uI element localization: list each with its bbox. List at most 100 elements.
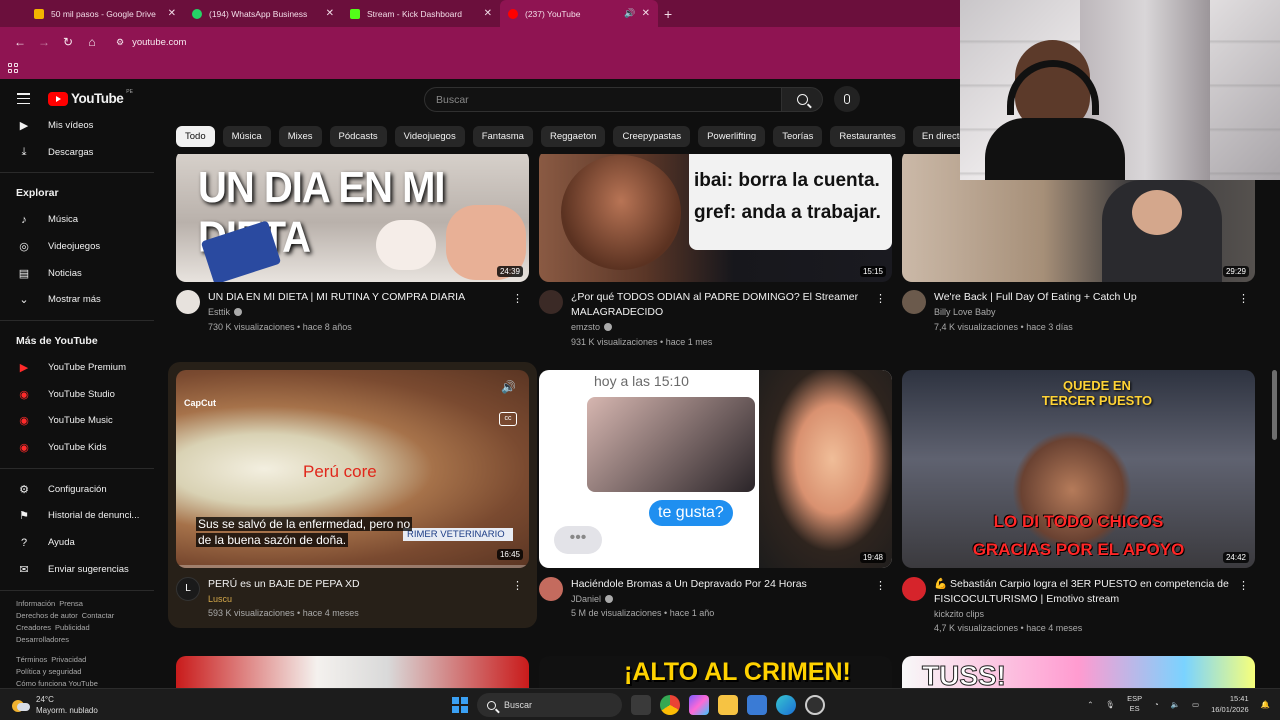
sidebar-item-studio[interactable]: ◉ YouTube Studio	[0, 381, 154, 408]
video-thumbnail[interactable]: ibai: borra la cuenta. gref: anda a trab…	[539, 150, 892, 282]
video-thumbnail[interactable]: QUEDE EN TERCER PUESTO LO DI TODO CHICOS…	[902, 370, 1255, 568]
language-indicator[interactable]: ESP ES	[1127, 694, 1142, 714]
footer-link[interactable]: Creadores	[16, 623, 51, 632]
reload-icon[interactable]: ↻	[56, 35, 80, 49]
channel-name[interactable]: Esttik	[208, 307, 243, 317]
weather-widget[interactable]: 24°C Mayorm. nublado	[12, 694, 98, 716]
captions-icon[interactable]: cc	[499, 412, 517, 426]
channel-avatar[interactable]: L	[176, 577, 200, 601]
voice-search-button[interactable]	[834, 86, 860, 112]
sidebar-item-kids[interactable]: ◉ YouTube Kids	[0, 434, 154, 461]
menu-icon[interactable]	[17, 93, 30, 104]
sidebar-item-feedback[interactable]: ✉ Enviar sugerencias	[0, 556, 154, 583]
video-title[interactable]: Haciéndole Bromas a Un Depravado Por 24 …	[571, 577, 871, 592]
video-thumbnail-preview[interactable]: CapCut Perú core 🔊 cc RIMER VETERINARIO …	[176, 370, 529, 568]
chip[interactable]: Powerlifting	[698, 126, 766, 147]
page-scrollbar[interactable]	[1272, 370, 1277, 440]
progress-bar[interactable]	[176, 565, 529, 568]
chevron-up-icon[interactable]: ⌃	[1087, 700, 1093, 709]
url-field[interactable]: ⚙ youtube.com	[116, 37, 186, 48]
sidebar-item-music[interactable]: ♪ Música	[0, 206, 154, 233]
windows-start-icon[interactable]	[452, 697, 468, 713]
close-icon[interactable]: ✕	[168, 8, 176, 19]
chip[interactable]: Pódcasts	[329, 126, 387, 147]
browser-tab-active[interactable]: (237) YouTube 🔊 ✕	[500, 0, 658, 27]
microphone-icon[interactable]: 🎙	[1106, 700, 1116, 709]
chip[interactable]: Restaurantes	[830, 126, 905, 147]
chip[interactable]: Teorías	[773, 126, 823, 147]
sidebar-item-premium[interactable]: ▶ YouTube Premium	[0, 354, 154, 381]
chip[interactable]: Creepypastas	[613, 126, 691, 147]
video-title[interactable]: ¿Por qué TODOS ODIAN al PADRE DOMINGO? E…	[571, 290, 871, 320]
more-options-icon[interactable]: ⋮	[875, 579, 886, 592]
channel-name[interactable]: JDaniel	[571, 594, 614, 604]
close-icon[interactable]: ✕	[326, 8, 334, 19]
sidebar-item-show-more[interactable]: ⌄ Mostrar más	[0, 286, 154, 313]
browser-tab[interactable]: 50 mil pasos - Google Drive ✕	[26, 0, 184, 27]
more-options-icon[interactable]: ⋮	[875, 292, 886, 305]
footer-link[interactable]: Derechos de autor	[16, 611, 78, 620]
search-button[interactable]	[781, 87, 823, 112]
battery-icon[interactable]: ▭	[1192, 700, 1199, 709]
store-icon[interactable]	[747, 695, 767, 715]
browser-tab[interactable]: (194) WhatsApp Business ✕	[184, 0, 342, 27]
footer-link[interactable]: Publicidad	[55, 623, 90, 632]
home-icon[interactable]: ⌂	[80, 35, 104, 49]
channel-name[interactable]: Luscu	[208, 594, 232, 604]
chrome-icon[interactable]	[660, 695, 680, 715]
footer-link[interactable]: Cómo funciona YouTube	[16, 679, 98, 688]
notification-icon[interactable]: 🔔	[1261, 700, 1270, 709]
channel-name[interactable]: kickzito clips	[934, 609, 984, 619]
channel-name[interactable]: Billy Love Baby	[934, 307, 996, 317]
wifi-icon[interactable]: ◔	[1154, 700, 1159, 709]
copilot-icon[interactable]	[689, 695, 709, 715]
clock[interactable]: 15:41 16/01/2026	[1211, 693, 1249, 715]
taskbar-search[interactable]: Buscar	[477, 693, 622, 717]
footer-link[interactable]: Prensa	[59, 599, 83, 608]
apps-grid-icon[interactable]	[8, 63, 18, 73]
volume-icon[interactable]: 🔈	[1171, 700, 1180, 709]
channel-avatar[interactable]	[902, 577, 926, 601]
sidebar-item-news[interactable]: ▤ Noticias	[0, 260, 154, 287]
video-title[interactable]: 💪 Sebastián Carpio logra el 3ER PUESTO e…	[934, 577, 1234, 607]
video-thumbnail[interactable]: TUSS!	[902, 656, 1255, 690]
footer-link[interactable]: Información	[16, 599, 55, 608]
sidebar-item-downloads[interactable]: ⤓ Descargas	[0, 139, 154, 166]
video-thumbnail[interactable]	[176, 656, 529, 690]
back-icon[interactable]: ←	[8, 35, 32, 49]
more-options-icon[interactable]: ⋮	[512, 292, 523, 305]
video-title[interactable]: We're Back | Full Day Of Eating + Catch …	[934, 290, 1234, 305]
channel-avatar[interactable]	[539, 577, 563, 601]
speaker-icon[interactable]: 🔊	[624, 8, 635, 19]
chip[interactable]: Videojuegos	[394, 126, 465, 147]
mute-icon[interactable]: 🔊	[501, 380, 519, 398]
close-icon[interactable]: ✕	[642, 8, 650, 19]
footer-link[interactable]: Política y seguridad	[16, 667, 81, 676]
video-title[interactable]: PERÚ es un BAJE DE PEPA XD	[208, 577, 508, 592]
file-explorer-icon[interactable]	[718, 695, 738, 715]
search-input[interactable]: Buscar	[424, 87, 782, 112]
more-options-icon[interactable]: ⋮	[512, 579, 523, 592]
chip[interactable]: Mixes	[278, 126, 322, 147]
video-thumbnail[interactable]: hoy a las 15:10 te gusta? ••• 19:48	[539, 370, 892, 568]
close-icon[interactable]: ✕	[484, 8, 492, 19]
channel-avatar[interactable]	[539, 290, 563, 314]
footer-link[interactable]: Privacidad	[51, 655, 86, 664]
more-options-icon[interactable]: ⋮	[1238, 579, 1249, 592]
channel-name[interactable]: emzsto	[571, 322, 613, 332]
footer-link[interactable]: Contactar	[82, 611, 115, 620]
footer-link[interactable]: Términos	[16, 655, 47, 664]
chip[interactable]: Reggaeton	[540, 126, 606, 147]
sidebar-item-gaming[interactable]: ◎ Videojuegos	[0, 233, 154, 260]
sidebar-item-help[interactable]: ? Ayuda	[0, 529, 154, 556]
browser-tab[interactable]: Stream - Kick Dashboard ✕	[342, 0, 500, 27]
edge-icon[interactable]	[776, 695, 796, 715]
task-view-icon[interactable]	[631, 695, 651, 715]
video-thumbnail[interactable]: UN DIA EN MI DIETA 24:39	[176, 150, 529, 282]
channel-avatar[interactable]	[176, 290, 200, 314]
chip-all[interactable]: Todo	[176, 126, 215, 147]
site-info-icon[interactable]: ⚙	[116, 37, 124, 48]
more-options-icon[interactable]: ⋮	[1238, 292, 1249, 305]
channel-avatar[interactable]	[902, 290, 926, 314]
youtube-logo[interactable]: YouTube PE	[48, 89, 133, 106]
